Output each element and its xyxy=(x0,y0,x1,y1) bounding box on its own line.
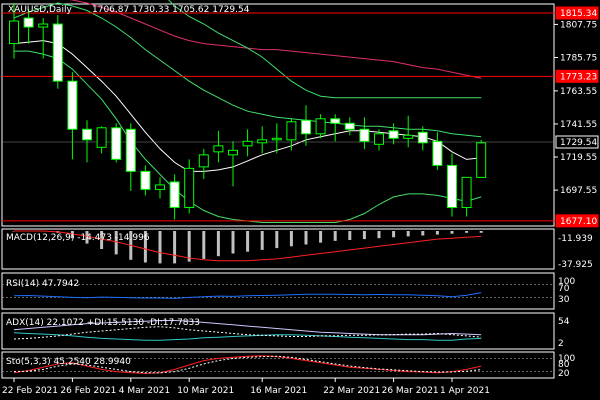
candle-body-20 xyxy=(301,119,311,135)
candle-body-26 xyxy=(388,130,399,139)
time-tick-label-7: 1 Apr 2021 xyxy=(440,386,490,396)
candle-body-15 xyxy=(228,149,238,156)
chart-background xyxy=(0,0,600,400)
candle-body-14 xyxy=(213,145,224,153)
trading-chart[interactable]: XAUUSD,Daily 1706.87 1730.33 1705.62 172… xyxy=(0,0,600,400)
macd-label: MACD(12,26,9) -14.473 -14.996 xyxy=(6,233,150,243)
time-tick-label-3: 10 Mar 2021 xyxy=(177,386,234,396)
candle-body-18 xyxy=(271,137,282,141)
macd-bar-16 xyxy=(246,231,250,252)
price-tick-label-3: 1741.55 xyxy=(560,120,597,130)
price-tag-label-3: 1677.10 xyxy=(560,217,597,227)
macd-bar-22 xyxy=(333,231,337,241)
candle-body-13 xyxy=(198,154,209,168)
ohlc-label: 1706.87 1730.33 1705.62 1729.54 xyxy=(92,5,250,15)
candle-body-10 xyxy=(155,184,165,190)
macd-bar-14 xyxy=(216,231,220,257)
macd-bar-13 xyxy=(202,231,206,259)
adx-axis-top: 54 xyxy=(558,317,570,327)
candle-body-29 xyxy=(432,140,443,166)
price-tick-label-5: 1697.55 xyxy=(560,186,597,196)
candle-body-12 xyxy=(184,167,195,208)
candle-body-1 xyxy=(23,17,34,28)
candle-body-23 xyxy=(344,122,355,130)
candle-body-16 xyxy=(242,140,253,147)
candle-body-17 xyxy=(257,139,268,144)
macd-bar-18 xyxy=(275,231,279,249)
time-tick-label-2: 4 Mar 2021 xyxy=(119,386,170,396)
time-tick-label-1: 26 Feb 2021 xyxy=(60,386,116,396)
macd-bar-19 xyxy=(289,231,293,247)
candle-body-28 xyxy=(417,131,428,144)
time-tick-label-5: 22 Mar 2021 xyxy=(323,386,380,396)
macd-bar-12 xyxy=(187,231,191,262)
macd-bar-29 xyxy=(435,231,439,235)
candle-body-30 xyxy=(447,164,457,208)
macd-axis-bottom: -37.925 xyxy=(558,260,593,270)
macd-bar-15 xyxy=(231,231,235,254)
macd-bar-24 xyxy=(362,231,366,240)
price-tick-label-4: 1719.55 xyxy=(560,153,597,163)
price-tick-label-0: 1807.75 xyxy=(560,20,597,30)
rsi-label: RSI(14) 47.7942 xyxy=(6,279,79,289)
adx-axis-bottom: 2 xyxy=(558,339,564,349)
macd-bar-30 xyxy=(450,231,454,234)
price-tag-label-1: 1773.23 xyxy=(560,72,597,82)
candle-body-3 xyxy=(52,23,63,82)
macd-bar-26 xyxy=(392,231,396,238)
macd-bar-32 xyxy=(479,231,483,233)
macd-bar-23 xyxy=(348,231,352,240)
candle-body-5 xyxy=(82,128,92,141)
candle-body-22 xyxy=(330,118,341,124)
candle-body-6 xyxy=(96,127,107,148)
macd-bar-20 xyxy=(304,231,308,245)
candle-body-2 xyxy=(38,23,49,28)
macd-bar-10 xyxy=(158,231,162,264)
price-tag-label-2: 1729.54 xyxy=(560,138,597,148)
stochastic-axis-20: 20 xyxy=(558,369,570,379)
candle-body-32 xyxy=(476,142,487,178)
macd-bar-25 xyxy=(377,231,381,239)
macd-bar-11 xyxy=(173,231,177,264)
candle-body-9 xyxy=(140,170,151,190)
price-tick-label-2: 1763.55 xyxy=(560,87,597,97)
adx-label: ADX(14) 22.1072 +DI:15.5130 -DI:17.7833 xyxy=(6,318,200,328)
macd-bar-27 xyxy=(406,231,410,237)
macd-bar-28 xyxy=(421,231,425,236)
time-tick-label-0: 22 Feb 2021 xyxy=(2,386,58,396)
candle-body-8 xyxy=(125,128,136,172)
rsi-axis-30: 30 xyxy=(558,295,570,305)
candle-body-27 xyxy=(403,134,414,139)
macd-axis-top: -11.939 xyxy=(558,234,593,244)
stochastic-label: Sto(5,3,3) 45.2540 28.9940 xyxy=(6,357,131,367)
symbol-label: XAUUSD,Daily xyxy=(8,5,72,15)
candle-body-19 xyxy=(286,121,297,141)
macd-bar-31 xyxy=(465,231,469,233)
price-tick-label-1: 1785.75 xyxy=(560,53,597,63)
macd-bar-21 xyxy=(319,231,323,243)
time-tick-label-4: 16 Mar 2021 xyxy=(250,386,307,396)
candle-body-21 xyxy=(315,118,326,135)
time-tick-label-6: 26 Mar 2021 xyxy=(382,386,439,396)
candle-body-31 xyxy=(461,176,472,208)
price-tag-label-0: 1815.34 xyxy=(560,9,597,19)
candle-body-24 xyxy=(359,128,370,142)
macd-bar-17 xyxy=(260,231,264,250)
rsi-axis-70: 70 xyxy=(558,284,570,294)
candle-body-4 xyxy=(67,80,78,130)
candle-body-7 xyxy=(111,127,122,160)
candle-body-25 xyxy=(374,133,384,145)
candle-body-0 xyxy=(9,20,19,45)
candle-body-11 xyxy=(169,181,180,208)
